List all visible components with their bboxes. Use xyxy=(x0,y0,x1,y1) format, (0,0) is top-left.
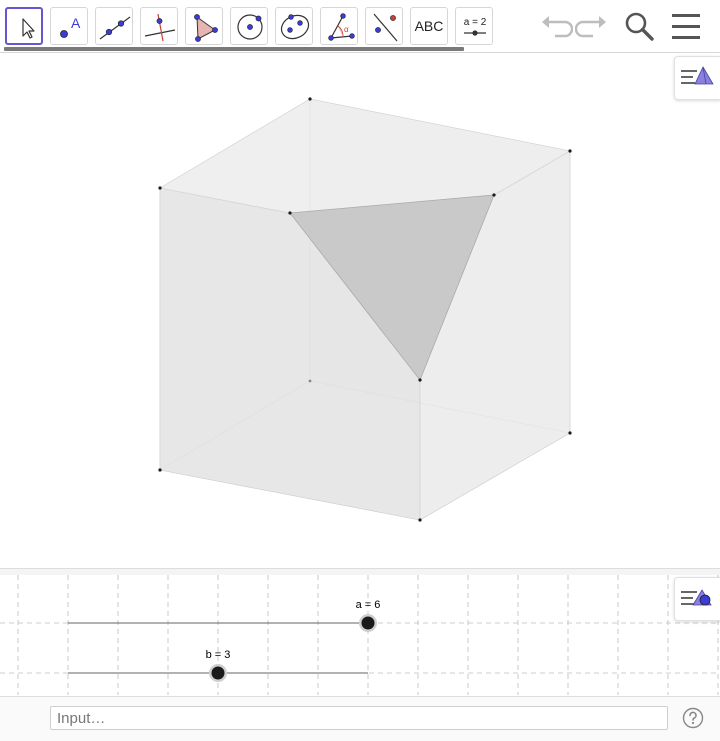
hamburger-menu-icon xyxy=(672,14,700,39)
style-bar-2d-icon xyxy=(681,589,712,606)
style-bar-3d-button[interactable] xyxy=(674,56,720,100)
slider-b-knob[interactable] xyxy=(211,666,225,680)
angle-tool-button[interactable]: α xyxy=(320,7,358,45)
ellipse-tool-button[interactable] xyxy=(275,7,313,45)
point-a-icon: A xyxy=(60,15,81,38)
vertex-point xyxy=(418,518,422,522)
toolbar-scrollbar[interactable] xyxy=(4,47,464,51)
redo-button[interactable] xyxy=(575,8,611,44)
polygon-tool-button[interactable] xyxy=(185,7,223,45)
reflect-line-icon xyxy=(373,13,398,42)
perpendicular-line-icon xyxy=(144,13,176,42)
slider-a-label: a = 6 xyxy=(355,599,381,611)
slider-b-label: b = 3 xyxy=(205,649,231,661)
circle-center-point-icon xyxy=(237,14,263,40)
slider-a-knob[interactable] xyxy=(361,616,375,630)
angle-icon: α xyxy=(328,13,355,41)
text-icon: ABC xyxy=(414,18,444,34)
vertex-point xyxy=(492,193,496,197)
vertex-point xyxy=(568,149,572,153)
undo-button[interactable] xyxy=(537,8,573,44)
input-bar xyxy=(0,696,720,741)
vertex-point xyxy=(158,468,162,472)
line-tool-button[interactable] xyxy=(95,7,133,45)
slider-tool-button[interactable]: a = 2 xyxy=(455,7,493,45)
move-tool-button[interactable] xyxy=(5,7,43,45)
search-button[interactable] xyxy=(621,8,657,44)
cube-scene[interactable] xyxy=(0,53,720,568)
perpendicular-line-tool-button[interactable] xyxy=(140,7,178,45)
help-button[interactable] xyxy=(682,707,704,729)
line-through-points-icon xyxy=(99,16,131,40)
vertex-point xyxy=(158,186,162,190)
algebra-input-field[interactable] xyxy=(50,706,668,730)
reflect-tool-button[interactable] xyxy=(365,7,403,45)
svg-text:A: A xyxy=(71,15,81,31)
vertex-point xyxy=(418,378,422,382)
point-tool-button[interactable]: A xyxy=(50,7,88,45)
vertex-point xyxy=(568,431,572,435)
circle-tool-button[interactable] xyxy=(230,7,268,45)
vertex-point xyxy=(308,97,312,101)
ellipse-icon xyxy=(280,14,310,40)
grid-background xyxy=(0,575,720,695)
undo-icon xyxy=(542,16,573,38)
polygon-icon xyxy=(194,14,218,42)
style-bar-3d-icon xyxy=(681,66,714,85)
slider-icon: a = 2 xyxy=(464,17,487,36)
vertex-point xyxy=(288,211,292,215)
vertex-point xyxy=(308,379,312,383)
style-bar-2d-button[interactable] xyxy=(674,577,720,621)
toolbar: A α ABC a = 2 xyxy=(0,0,720,53)
text-tool-button[interactable]: ABC xyxy=(410,7,448,45)
help-icon xyxy=(682,707,704,729)
graphics-2d-view[interactable]: a = 6 b = 3 xyxy=(0,575,720,695)
redo-icon xyxy=(575,16,606,38)
graphics-3d-view[interactable] xyxy=(0,53,720,568)
search-icon xyxy=(625,12,654,41)
cursor-arrow-icon xyxy=(22,18,35,39)
main-menu-button[interactable] xyxy=(668,8,704,44)
svg-text:a = 2: a = 2 xyxy=(464,17,487,28)
svg-text:α: α xyxy=(344,25,349,34)
